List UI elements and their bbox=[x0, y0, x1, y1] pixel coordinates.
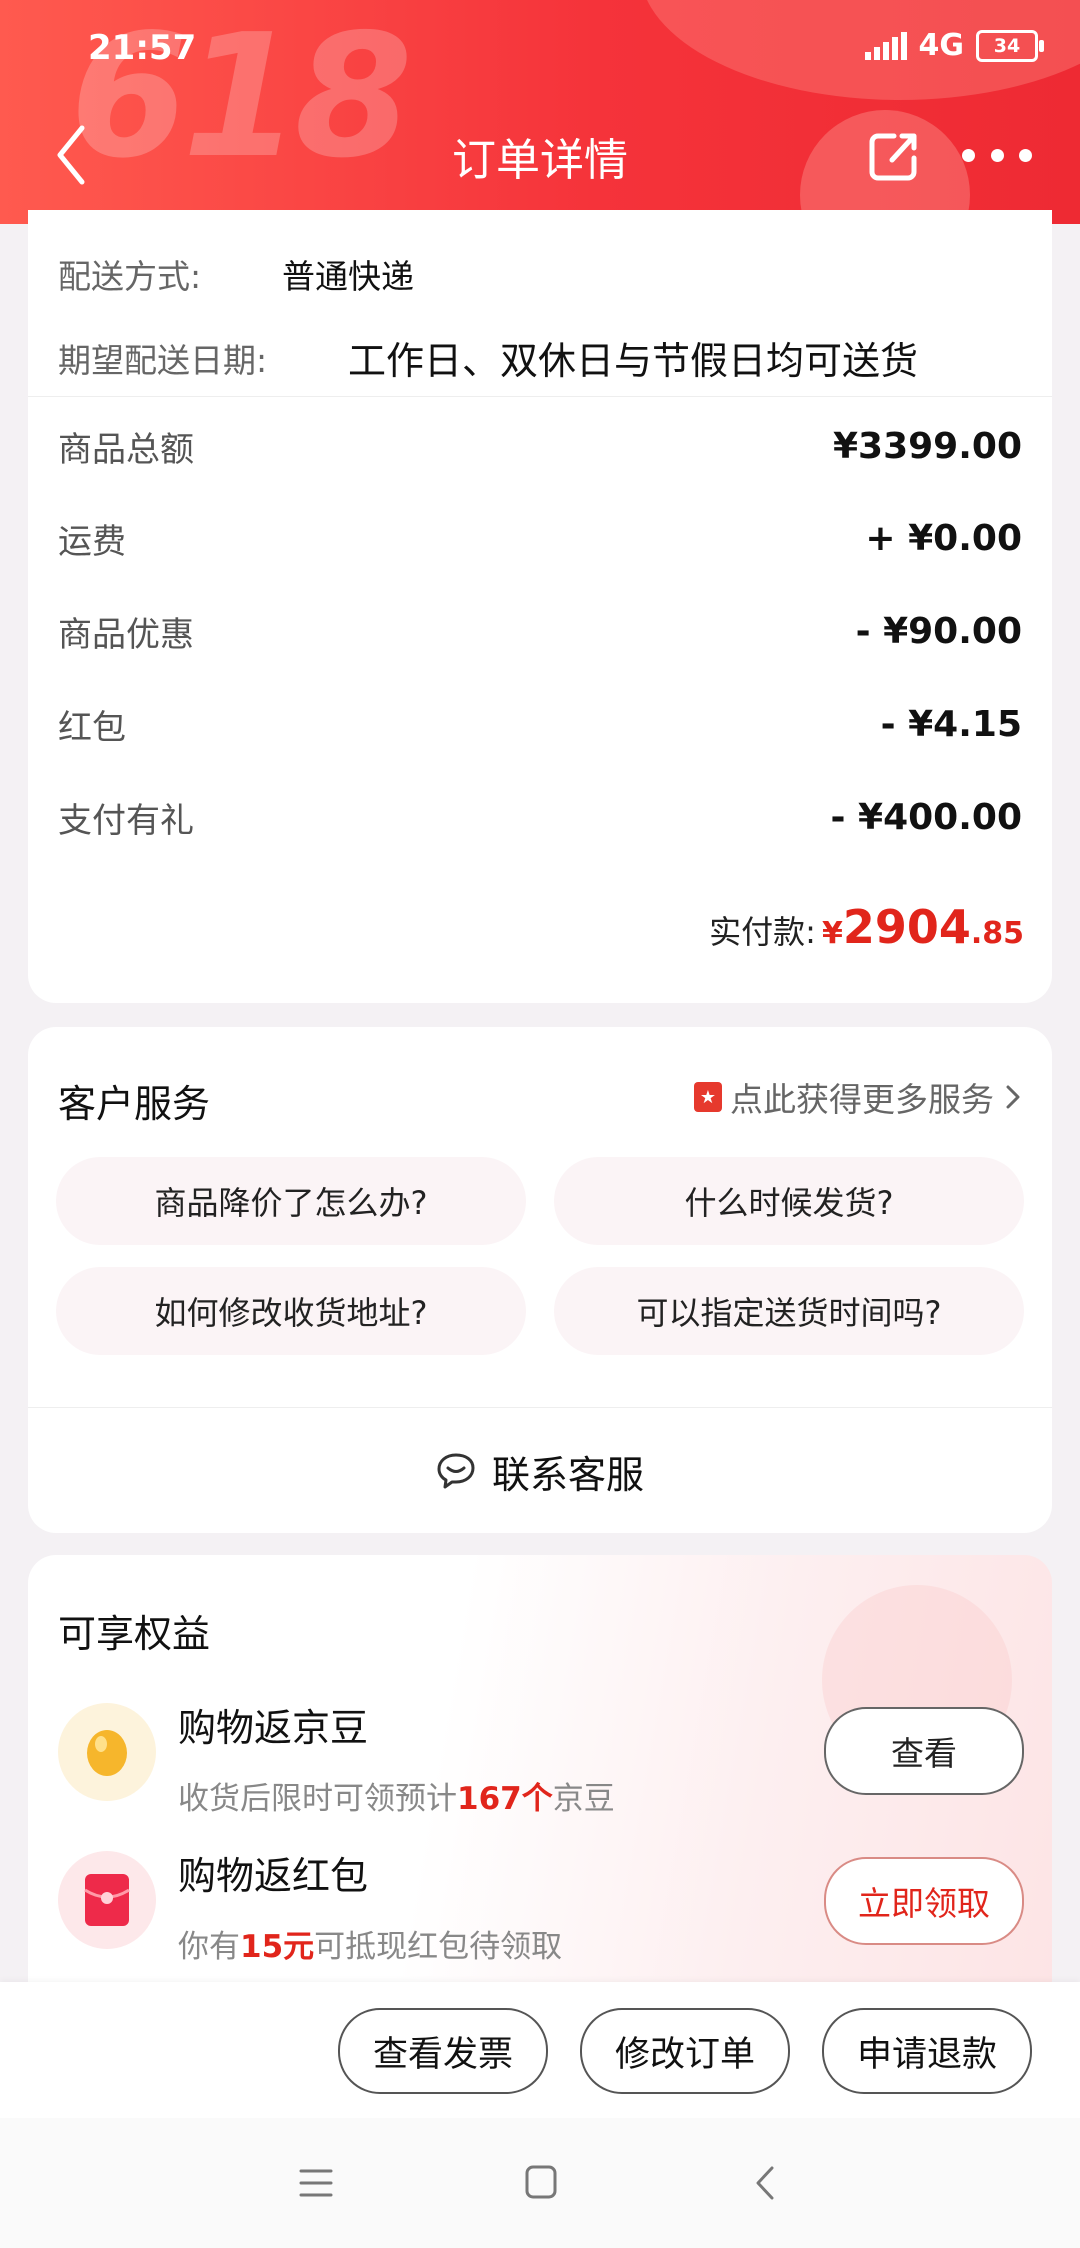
service-title: 客户服务 bbox=[58, 1082, 211, 1126]
price-row-shipping: 运费 + ¥0.00 bbox=[58, 508, 1022, 568]
more-options-button[interactable] bbox=[962, 140, 1032, 170]
benefits-card: 可享权益 购物返京豆 收货后限时可领预计167个京豆 查看 购物返红包 你有15… bbox=[28, 1555, 1052, 2025]
dot-icon bbox=[990, 148, 1004, 162]
status-time: 21:57 bbox=[88, 28, 197, 68]
share-button[interactable] bbox=[864, 126, 924, 186]
faq-chip[interactable]: 如何修改收货地址? bbox=[56, 1267, 526, 1355]
chat-bubble-icon bbox=[437, 1453, 475, 1489]
shipping-method-label: 配送方式: bbox=[58, 257, 202, 296]
price-label: 支付有礼 bbox=[58, 800, 194, 841]
shipping-method-value: 普通快递 bbox=[282, 257, 414, 296]
status-indicators: 4G 34 bbox=[864, 28, 1044, 63]
order-summary-card: 配送方式: 普通快递 期望配送日期: 工作日、双休日与节假日均可送货 商品总额 … bbox=[28, 210, 1052, 1003]
claim-red-packet-button[interactable]: 立即领取 bbox=[824, 1857, 1024, 1945]
benefit-name: 购物返京豆 bbox=[178, 1706, 369, 1750]
paid-label: 实付款: bbox=[709, 913, 816, 951]
price-value: - ¥400.00 bbox=[830, 796, 1022, 838]
price-row-discount: 商品优惠 - ¥90.00 bbox=[58, 601, 1022, 661]
home-icon[interactable] bbox=[524, 2164, 558, 2200]
contact-service-label: 联系客服 bbox=[491, 1452, 644, 1497]
envelope-icon bbox=[84, 1874, 130, 1926]
signal-icon bbox=[864, 31, 907, 60]
back-nav-icon[interactable] bbox=[752, 2164, 778, 2202]
price-label: 红包 bbox=[58, 707, 126, 748]
faq-chip[interactable]: 什么时候发货? bbox=[554, 1157, 1024, 1245]
system-navigation-bar bbox=[0, 2118, 1080, 2248]
divider bbox=[28, 396, 1052, 397]
view-jingdou-button[interactable]: 查看 bbox=[824, 1707, 1024, 1795]
share-icon bbox=[869, 133, 917, 181]
benefit-desc-text: 你有 bbox=[178, 1929, 240, 1965]
price-label: 商品优惠 bbox=[58, 614, 194, 655]
network-type: 4G bbox=[918, 28, 965, 63]
request-refund-button[interactable]: 申请退款 bbox=[822, 2008, 1032, 2094]
delivery-date-label: 期望配送日期: bbox=[58, 341, 268, 380]
price-row-payment-gift: 支付有礼 - ¥400.00 bbox=[58, 787, 1022, 847]
paid-currency: ¥ bbox=[821, 916, 843, 951]
benefit-desc-highlight: 15元 bbox=[240, 1929, 315, 1965]
dot-icon bbox=[962, 148, 975, 162]
more-services-link[interactable]: ★ 点此获得更多服务 bbox=[694, 1073, 1024, 1121]
modify-order-button[interactable]: 修改订单 bbox=[580, 2008, 790, 2094]
battery-level: 34 bbox=[993, 34, 1021, 57]
price-label: 运费 bbox=[58, 521, 126, 562]
bean-icon bbox=[87, 1730, 127, 1776]
star-badge-icon: ★ bbox=[694, 1082, 722, 1112]
price-row-total: 商品总额 ¥3399.00 bbox=[58, 416, 1022, 476]
customer-service-card: 客户服务 ★ 点此获得更多服务 商品降价了怎么办? 什么时候发货? 如何修改收货… bbox=[28, 1027, 1052, 1533]
paid-decimal: .85 bbox=[970, 916, 1024, 951]
faq-chip[interactable]: 可以指定送货时间吗? bbox=[554, 1267, 1024, 1355]
dot-icon bbox=[1019, 148, 1032, 162]
delivery-date-value: 工作日、双休日与节假日均可送货 bbox=[348, 339, 919, 383]
price-value: - ¥90.00 bbox=[855, 610, 1022, 652]
battery-icon: 34 bbox=[976, 29, 1044, 62]
red-packet-icon bbox=[58, 1851, 156, 1949]
benefits-title: 可享权益 bbox=[58, 1612, 211, 1656]
paid-integer: 2904 bbox=[842, 900, 971, 954]
header-bar: 618 21:57 4G 34 订单详情 bbox=[0, 0, 1080, 224]
benefit-desc-text: 收货后限时可领预计 bbox=[178, 1781, 457, 1817]
more-services-label: 点此获得更多服务 bbox=[730, 1080, 994, 1119]
price-label: 商品总额 bbox=[58, 429, 194, 470]
view-invoice-button[interactable]: 查看发票 bbox=[338, 2008, 548, 2094]
benefit-description: 你有15元可抵现红包待领取 bbox=[178, 1921, 562, 1966]
benefit-desc-highlight: 167个 bbox=[457, 1781, 553, 1817]
jingdou-icon bbox=[58, 1703, 156, 1801]
faq-chip[interactable]: 商品降价了怎么办? bbox=[56, 1157, 526, 1245]
price-value: + ¥0.00 bbox=[865, 517, 1022, 559]
price-value: - ¥4.15 bbox=[880, 703, 1022, 745]
benefit-description: 收货后限时可领预计167个京豆 bbox=[178, 1773, 615, 1818]
price-row-redpacket: 红包 - ¥4.15 bbox=[58, 694, 1022, 754]
price-value: ¥3399.00 bbox=[832, 425, 1022, 467]
paid-amount: 实付款: ¥ 2904 .85 bbox=[709, 900, 1024, 954]
benefit-desc-text: 京豆 bbox=[552, 1781, 615, 1817]
menu-icon[interactable] bbox=[298, 2166, 334, 2200]
benefit-name: 购物返红包 bbox=[178, 1854, 369, 1898]
order-action-bar: 查看发票 修改订单 申请退款 bbox=[0, 1982, 1080, 2118]
chevron-right-icon bbox=[1006, 1085, 1020, 1109]
contact-service-button[interactable]: 联系客服 bbox=[28, 1407, 1052, 1534]
benefit-desc-text: 可抵现红包待领取 bbox=[314, 1929, 563, 1965]
